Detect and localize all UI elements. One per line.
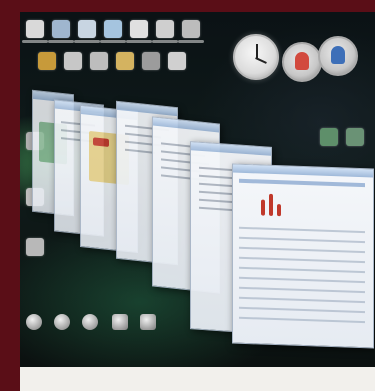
window-titlebar[interactable] [117,101,177,117]
disc-icon[interactable] [54,314,70,330]
desktop-icon[interactable] [178,20,204,43]
spreadsheet-row [239,286,365,294]
clock-hand [256,44,258,58]
desktop-icon[interactable] [48,20,74,43]
toolbar-row [239,178,365,188]
spreadsheet-row [239,316,365,324]
desktop-icon[interactable] [100,20,126,43]
folder-icon[interactable] [168,52,186,70]
window-titlebar[interactable] [233,164,373,178]
desktop-icon-label [74,40,100,43]
folder-icon[interactable] [64,52,82,70]
spreadsheet-row [239,256,365,264]
window-titlebar[interactable] [191,142,271,156]
spreadsheet-row [239,296,365,304]
spreadsheet-row [239,236,365,244]
app-window[interactable] [232,163,374,349]
spreadsheet-row [239,306,365,314]
desktop-icon[interactable] [152,20,178,43]
folder-icon[interactable] [38,52,56,70]
disc-icon[interactable] [112,314,128,330]
desktop-icon[interactable] [126,20,152,43]
person-icon [295,52,309,70]
desktop-icon-label [178,40,204,43]
desktop-icon[interactable] [26,238,44,256]
chart-bar [261,199,265,216]
desktop-icon-label [152,40,178,43]
disc-icon[interactable] [82,314,98,330]
window-titlebar[interactable] [153,117,219,133]
disc-icon[interactable] [26,314,42,330]
contact-gadget-icon[interactable] [318,36,358,76]
folder-icon[interactable] [90,52,108,70]
desktop-icon[interactable] [22,20,48,43]
spreadsheet-row [239,266,365,274]
desktop-icon-label [48,40,74,43]
desktop-icon[interactable] [320,128,338,146]
contact-gadget-icon[interactable] [282,42,322,82]
window-thumbnail [93,137,109,147]
folder-icon[interactable] [116,52,134,70]
desktop-icon[interactable] [74,20,100,43]
disc-icon[interactable] [140,314,156,330]
text-line [125,148,155,154]
desktop-icon[interactable] [346,128,364,146]
chart-bar [269,193,273,216]
clock-gadget-icon[interactable] [233,34,279,80]
caption-strip [20,367,375,391]
clock-hand [255,57,267,64]
desktop-icon-label [100,40,126,43]
desktop [20,12,375,367]
spreadsheet-row [239,246,365,254]
person-icon [331,46,345,64]
desktop-icon-label [22,40,48,43]
desktop-icon-label [126,40,152,43]
folder-icon[interactable] [142,52,160,70]
spreadsheet-row [239,226,365,234]
spreadsheet-row [239,276,365,284]
chart-bar [277,204,281,217]
